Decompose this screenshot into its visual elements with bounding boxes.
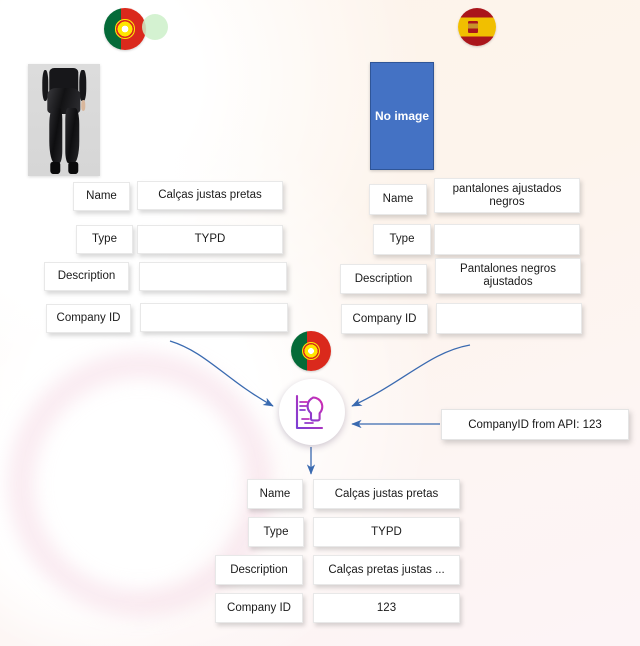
field-label-type-result: Type [248, 517, 304, 547]
idea-lightbulb-icon [295, 394, 324, 430]
flag-spain-icon [458, 8, 496, 46]
field-value-name-es[interactable]: pantalones ajustados negros [434, 178, 580, 213]
field-value-description-result[interactable]: Calças pretas justas ... [313, 555, 460, 585]
product-photo-pt [28, 64, 100, 176]
field-value-type-pt[interactable]: TYPD [137, 225, 283, 254]
field-label-type-pt: Type [76, 225, 133, 254]
flag-spain-crest [467, 20, 478, 34]
figure-arm-right [79, 69, 87, 102]
field-label-company-id-es: Company ID [341, 304, 428, 334]
field-value-description-es[interactable]: Pantalones negros ajustados [435, 258, 581, 294]
field-value-type-result[interactable]: TYPD [313, 517, 460, 547]
field-label-description-result: Description [215, 555, 303, 585]
figure-boot-left [50, 162, 60, 174]
field-label-description-pt: Description [44, 262, 129, 291]
flag-portugal-crest [115, 19, 135, 39]
flag-portugal-icon [104, 8, 146, 50]
figure-leg-right [65, 108, 79, 164]
field-value-company-id-result[interactable]: 123 [313, 593, 460, 623]
api-company-id-callout: CompanyID from API: 123 [441, 409, 629, 440]
field-label-company-id-result: Company ID [215, 593, 303, 623]
status-dot-green [142, 14, 168, 40]
flag-portugal-crest-hub [301, 341, 321, 361]
idea-hub[interactable] [279, 379, 345, 445]
flag-portugal-icon-hub [291, 331, 331, 371]
figure-leg-left [49, 108, 63, 164]
product-photo-figure [41, 68, 87, 174]
field-label-name-pt: Name [73, 182, 130, 211]
no-image-placeholder-es: No image [370, 62, 434, 170]
field-label-company-id-pt: Company ID [46, 304, 131, 333]
figure-hand-right [81, 100, 86, 111]
field-label-name-es: Name [369, 184, 427, 215]
field-value-name-pt[interactable]: Calças justas pretas [137, 181, 283, 210]
field-value-type-es[interactable] [434, 224, 580, 255]
diagram-canvas: Name Calças justas pretas Type TYPD Desc… [0, 0, 640, 646]
field-value-company-id-pt[interactable] [140, 303, 288, 332]
figure-boot-right [68, 162, 78, 174]
field-value-company-id-es[interactable] [436, 303, 582, 334]
field-value-name-result[interactable]: Calças justas pretas [313, 479, 460, 509]
field-label-name-result: Name [247, 479, 303, 509]
field-label-description-es: Description [340, 264, 427, 294]
field-value-description-pt[interactable] [139, 262, 287, 291]
field-label-type-es: Type [373, 224, 431, 255]
